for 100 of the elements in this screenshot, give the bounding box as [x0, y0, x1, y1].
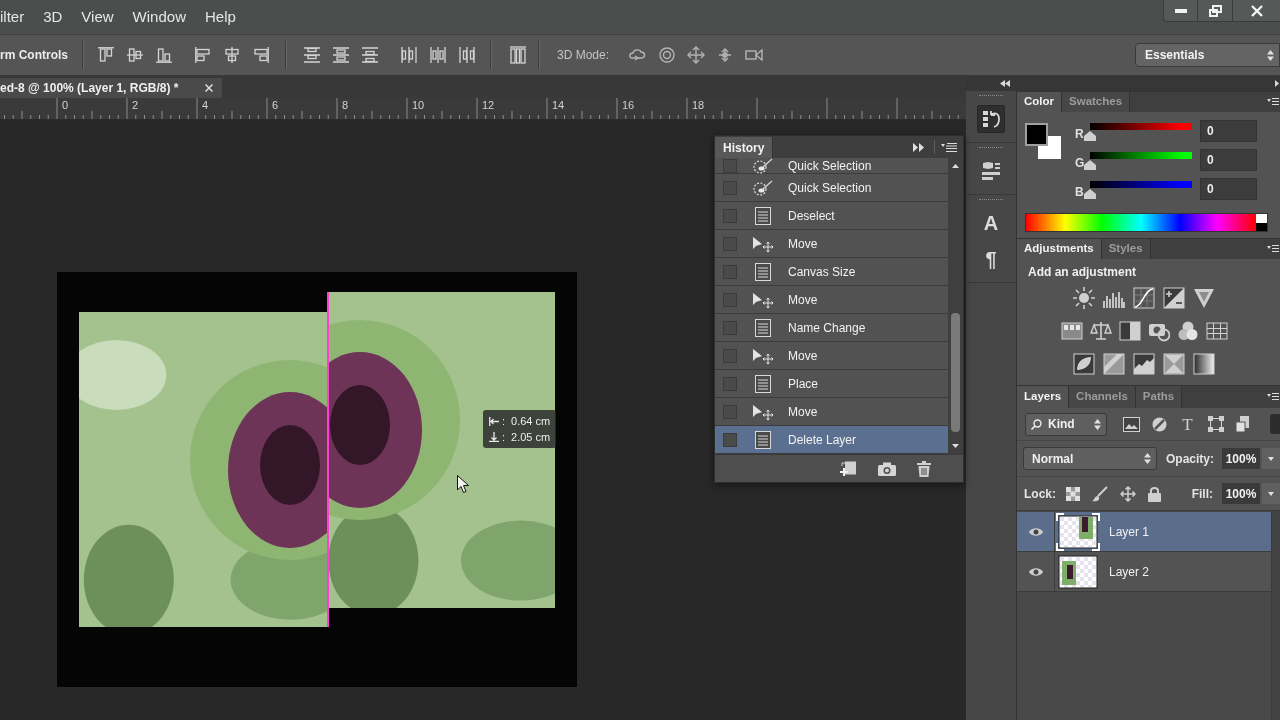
slashed-circle-icon[interactable]: [1152, 416, 1167, 432]
pointer-move-icon[interactable]: [752, 291, 774, 308]
eye-icon[interactable]: [1028, 526, 1043, 537]
restore-button[interactable]: [1197, 0, 1232, 22]
history-item[interactable]: Name Change: [715, 314, 949, 342]
stacked-squares-icon[interactable]: [1236, 416, 1251, 432]
history-item[interactable]: Quick Selection: [715, 174, 949, 202]
grip-handle[interactable]: [979, 95, 1003, 97]
caret-icon[interactable]: [1268, 456, 1274, 461]
vertical-offset-icon[interactable]: [489, 432, 499, 442]
scroll-up-icon[interactable]: [952, 164, 960, 168]
minimize-button[interactable]: [1163, 0, 1197, 22]
pointer-move-icon[interactable]: [752, 347, 774, 364]
double-arrow-icon[interactable]: [913, 143, 925, 152]
history-panel-button[interactable]: [977, 105, 1005, 133]
menu-item[interactable]: Window: [132, 5, 186, 29]
sun-icon[interactable]: [1073, 287, 1095, 309]
menu-item[interactable]: View: [81, 5, 114, 29]
history-icon[interactable]: [982, 110, 1000, 128]
history-item[interactable]: Move: [715, 230, 949, 258]
opacity-field[interactable]: 100%: [1222, 448, 1260, 469]
menu-item[interactable]: Help: [204, 5, 236, 29]
updown-arrows-icon[interactable]: [1144, 453, 1151, 464]
updown-arrows-icon[interactable]: [1267, 49, 1274, 61]
blend-mode-dropdown[interactable]: Normal: [1023, 447, 1157, 470]
scroll-down-icon[interactable]: [952, 444, 960, 448]
brush-icon[interactable]: [753, 157, 773, 174]
history-item[interactable]: Move: [715, 398, 949, 426]
pointer-move-icon[interactable]: [752, 235, 774, 252]
shape-sliders-icon[interactable]: [981, 162, 1001, 180]
history-item[interactable]: Delete Layer: [715, 426, 949, 454]
grip-handle[interactable]: [979, 199, 1003, 201]
trash-icon[interactable]: [917, 460, 931, 477]
history-item[interactable]: Move: [715, 286, 949, 314]
move-arrows-icon[interactable]: [1120, 485, 1136, 502]
distribute-left-icon[interactable]: [401, 47, 417, 63]
panel-menu-icon[interactable]: [1267, 245, 1279, 253]
triangle-icon[interactable]: [1193, 287, 1215, 309]
new-document-icon[interactable]: [840, 460, 857, 477]
color-spectrum[interactable]: [1025, 213, 1268, 232]
align-center-icon[interactable]: [224, 47, 240, 63]
fill-arrow-button[interactable]: [1262, 483, 1280, 504]
scales-icon[interactable]: [1089, 320, 1112, 342]
panel-glyph-button[interactable]: A: [977, 209, 1005, 237]
eye-icon[interactable]: [1028, 566, 1043, 577]
panel-glyph-button[interactable]: ¶: [977, 245, 1005, 273]
panel-tab[interactable]: History: [715, 137, 774, 158]
fill-field[interactable]: 100%: [1222, 483, 1260, 504]
scrollbar-track[interactable]: [1271, 511, 1280, 720]
close-icon[interactable]: [205, 84, 213, 92]
workspace-dropdown[interactable]: Essentials: [1135, 43, 1280, 67]
video-camera-icon[interactable]: [745, 46, 764, 64]
document-icon[interactable]: [755, 430, 771, 449]
value-field[interactable]: 0: [1200, 178, 1257, 200]
restore-icon[interactable]: [1208, 4, 1222, 17]
three-circles-icon[interactable]: [1176, 320, 1199, 342]
history-item[interactable]: Move: [715, 342, 949, 370]
panel-tab[interactable]: Adjustments: [1017, 239, 1102, 259]
distribute-top-icon[interactable]: [304, 47, 320, 63]
pointer-move-icon[interactable]: [752, 403, 774, 420]
value-field[interactable]: 0: [1200, 149, 1257, 171]
document-icon[interactable]: [755, 206, 771, 225]
zigzag-square-icon[interactable]: [1133, 353, 1155, 375]
panel-menu-icon[interactable]: [941, 143, 957, 152]
history-item[interactable]: Canvas Size: [715, 258, 949, 286]
plus-minus-icon[interactable]: [1163, 287, 1185, 309]
history-item[interactable]: Place: [715, 370, 949, 398]
horizontal-offset-icon[interactable]: [489, 416, 499, 426]
brush-icon[interactable]: [1092, 485, 1108, 502]
slider-thumb[interactable]: [1084, 160, 1096, 170]
panel-menu-icon[interactable]: [1267, 393, 1279, 401]
three-bars-icon[interactable]: [510, 46, 526, 64]
camera-icon[interactable]: [878, 461, 896, 476]
align-bottom-icon[interactable]: [156, 47, 172, 63]
pan-arrows-icon[interactable]: [687, 46, 706, 64]
history-item[interactable]: Quick Selection: [715, 158, 949, 174]
caret-icon[interactable]: [1268, 491, 1274, 496]
panel-tab[interactable]: Layers: [1017, 386, 1070, 408]
distribute-right-icon[interactable]: [459, 47, 475, 63]
image-icon[interactable]: [1123, 416, 1140, 432]
background-swatch[interactable]: [1025, 123, 1061, 159]
slider-thumb[interactable]: [1084, 131, 1096, 141]
filter-toggle[interactable]: [1270, 414, 1280, 434]
document-icon[interactable]: [755, 262, 771, 281]
history-item[interactable]: Deselect: [715, 202, 949, 230]
brush-icon[interactable]: [753, 179, 773, 196]
scrollbar-thumb[interactable]: [951, 313, 961, 432]
double-arrow-icon[interactable]: [1000, 80, 1010, 87]
distribute-center-icon[interactable]: [430, 47, 446, 63]
menu-item[interactable]: 3D: [43, 5, 63, 29]
leaf-square-icon[interactable]: [1073, 353, 1095, 375]
gradient-square-icon[interactable]: [1193, 353, 1215, 375]
concentric-circles-icon[interactable]: [658, 46, 677, 64]
type-filter-button[interactable]: T: [1179, 415, 1196, 433]
source-checkbox[interactable]: [723, 158, 737, 173]
document-icon[interactable]: [755, 318, 771, 337]
minimize-icon[interactable]: [1174, 8, 1187, 13]
updown-arrows-icon[interactable]: [1094, 418, 1101, 430]
curves-icon[interactable]: [1133, 287, 1155, 309]
foreground-swatch[interactable]: [1025, 123, 1048, 146]
